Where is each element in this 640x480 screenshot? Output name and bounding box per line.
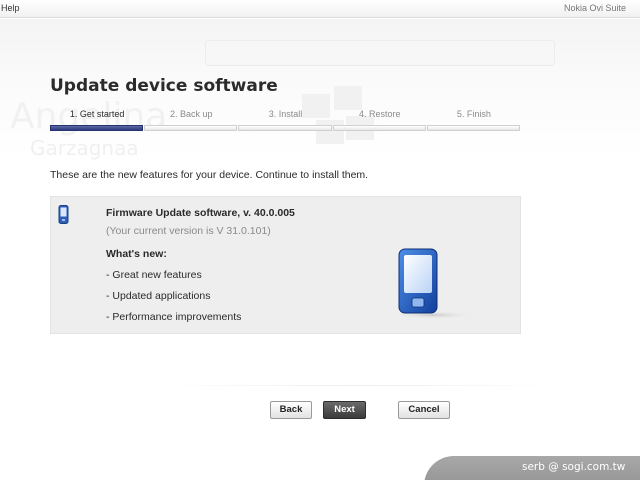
background-ghost-text-2: Garzagnaa (30, 136, 139, 160)
next-button[interactable]: Next (323, 401, 366, 419)
menu-help[interactable]: Help (1, 3, 20, 13)
step-label: 5. Finish (456, 109, 491, 119)
step-progress-bar (50, 125, 144, 131)
firmware-title: Firmware Update software, v. 40.0.005 (106, 207, 295, 219)
current-version: (Your current version is V 31.0.101) (106, 225, 271, 237)
feature-item: - Performance improvements (106, 311, 242, 323)
page-title: Update device software (50, 76, 278, 96)
step-label: 4. Restore (358, 109, 401, 119)
step-install: 3. Install (238, 106, 332, 132)
step-progress-bar (144, 125, 238, 131)
step-label: 2. Back up (170, 109, 213, 119)
step-finish: 5. Finish (426, 106, 521, 132)
background-ghost-box (205, 40, 555, 66)
step-get-started: 1. Get started (50, 106, 144, 132)
app-title: Nokia Ovi Suite (563, 3, 626, 13)
mobile-phone-icon (391, 245, 475, 320)
step-label: 3. Install (268, 109, 303, 119)
step-progress-bar (332, 125, 426, 131)
divider (160, 385, 560, 386)
back-button[interactable]: Back (270, 401, 312, 419)
step-progress-bar (238, 125, 332, 131)
wizard-steps: 1. Get started 2. Back up 3. Install 4. … (50, 106, 521, 132)
step-restore: 4. Restore (332, 106, 427, 132)
watermark-text: serb @ sogi.com.tw (522, 461, 626, 473)
step-back-up: 2. Back up (144, 106, 238, 132)
feature-item: - Updated applications (106, 290, 211, 302)
menu-bar: Help Nokia Ovi Suite (0, 0, 640, 18)
whats-new-heading: What's new: (106, 248, 167, 260)
step-label: 1. Get started (69, 109, 125, 119)
intro-text: These are the new features for your devi… (50, 169, 369, 181)
cancel-button[interactable]: Cancel (398, 401, 450, 419)
mobile-phone-icon (58, 205, 69, 225)
feature-item: - Great new features (106, 269, 202, 281)
firmware-info-box: Firmware Update software, v. 40.0.005 (Y… (50, 196, 521, 334)
step-progress-bar (426, 125, 521, 131)
